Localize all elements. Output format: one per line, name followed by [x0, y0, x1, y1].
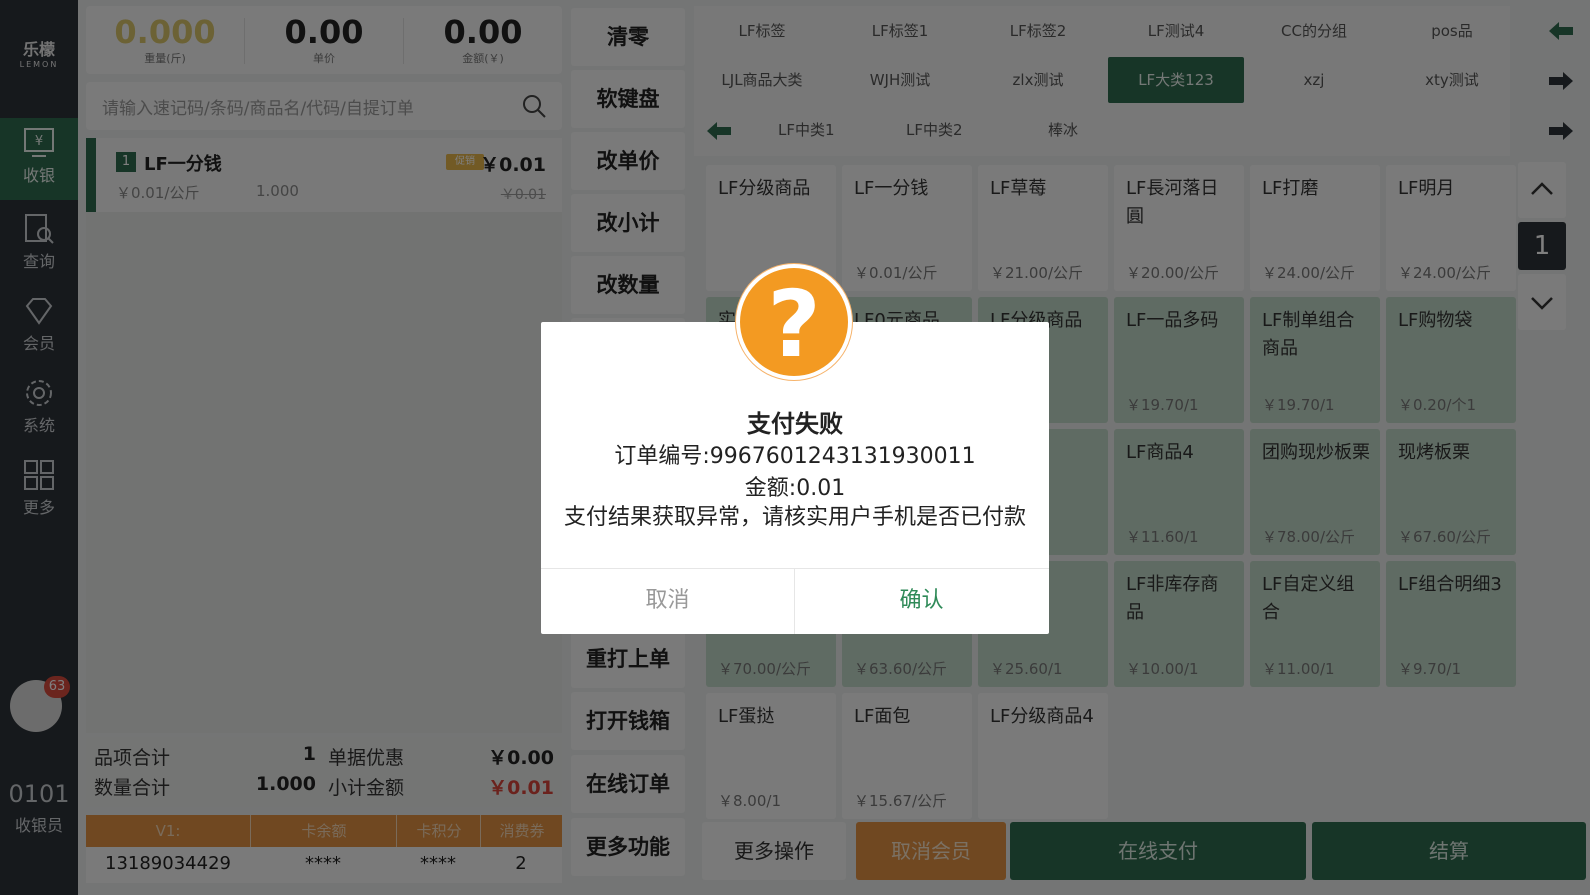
- dialog-amount: 金额:0.01: [744, 476, 846, 501]
- dialog-order-number: 订单编号:996760124313193001​1: [614, 444, 976, 469]
- question-icon: ?: [736, 264, 852, 380]
- dialog-message: 支付结果获取异常，请核实用户手机是否已付款: [563, 505, 1026, 530]
- dialog-cancel-button[interactable]: 取消: [541, 569, 794, 633]
- dialog-title: 支付失败: [747, 410, 843, 438]
- dialog-confirm-button[interactable]: 确认: [795, 569, 1048, 633]
